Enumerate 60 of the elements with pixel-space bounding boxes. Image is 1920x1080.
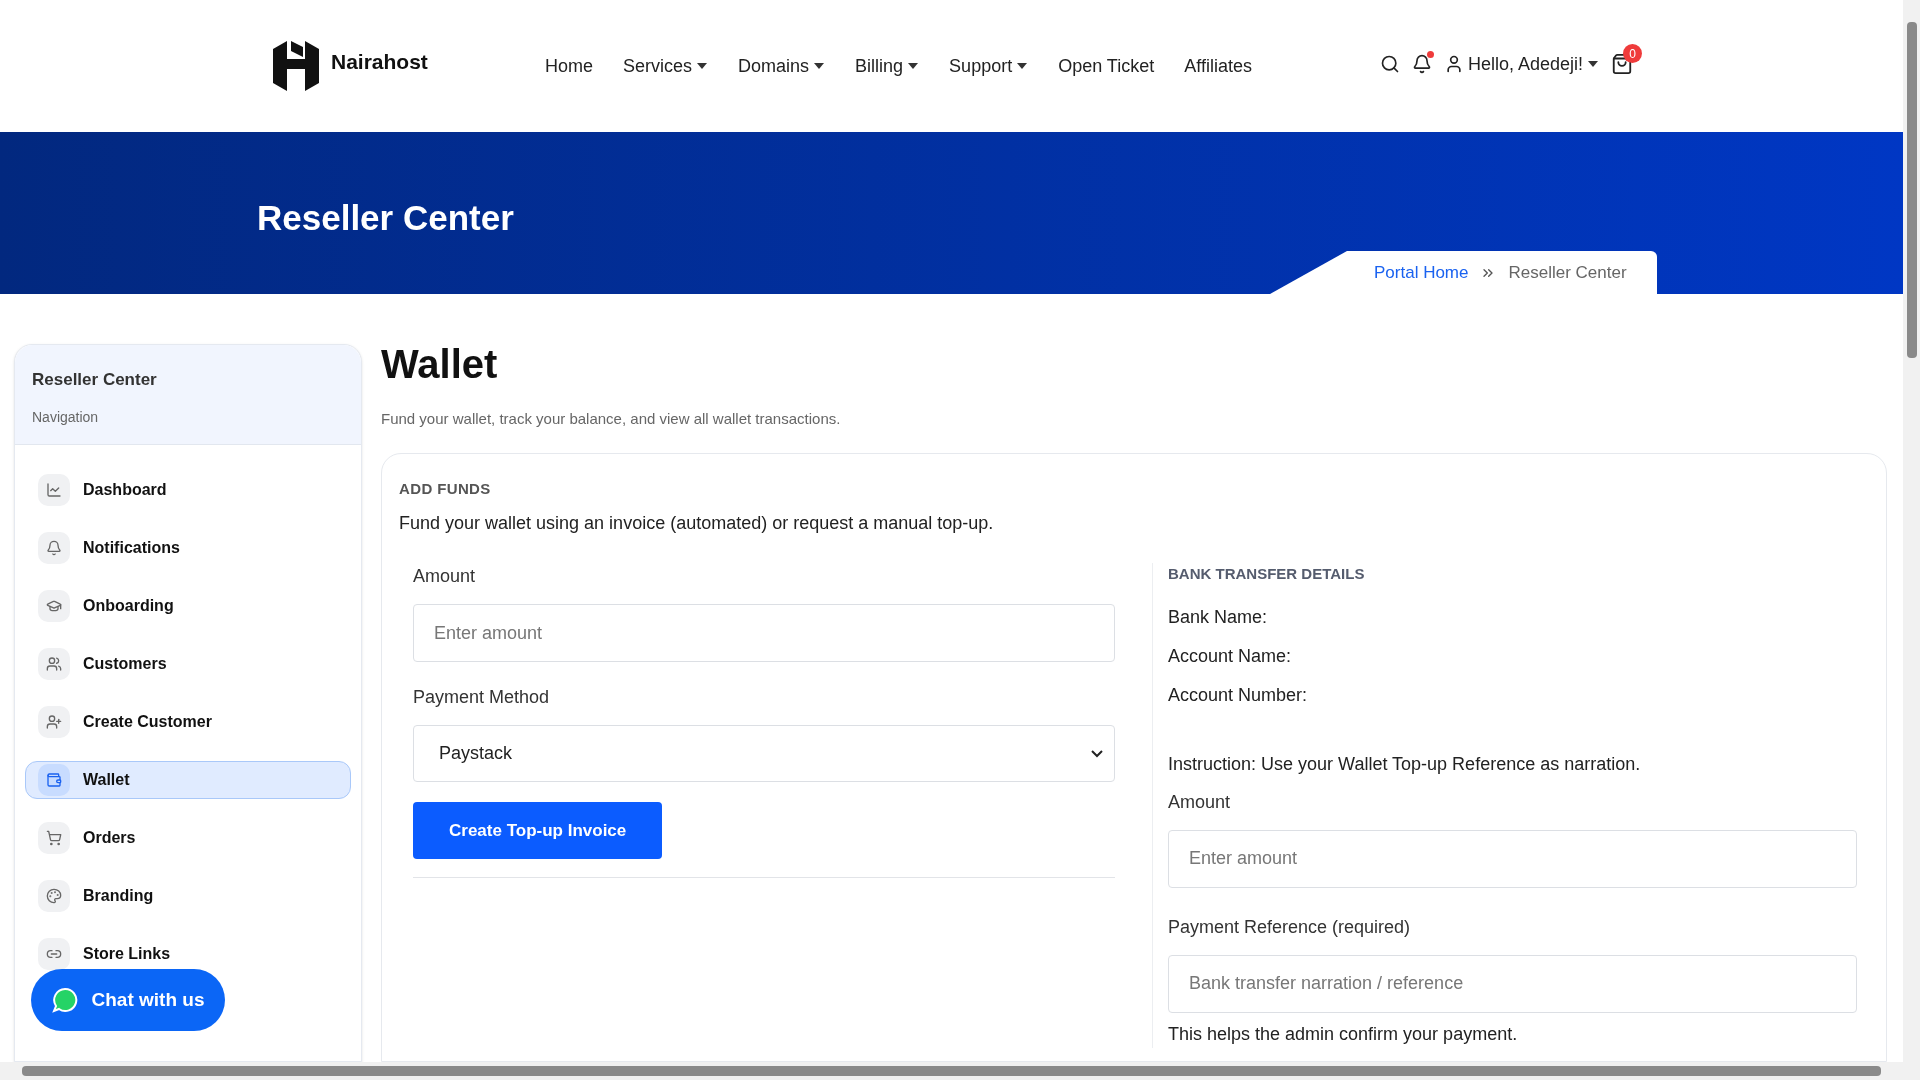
palette-icon (46, 888, 62, 904)
amount-field[interactable]: Enter amount (1168, 829, 1857, 888)
field-label: Payment Reference (required) (1168, 915, 1412, 939)
page-subtitle: Fund your wallet, track your balance, and view all wallet transactions. (381, 409, 842, 429)
section-heading: BANK TRANSFER DETAILS (1168, 564, 1366, 584)
nav-link[interactable]: Billing (855, 52, 920, 80)
nav-link[interactable]: Open Ticket (1058, 52, 1155, 80)
cart-count-badge: 0 (1623, 44, 1642, 63)
users-icon (46, 656, 62, 672)
sidebar-item[interactable]: Wallet (25, 761, 351, 799)
caret-icon (907, 62, 920, 70)
nav-link[interactable]: Affiliates (1184, 52, 1252, 80)
chat-bubble-icon (51, 987, 78, 1013)
user-plus-icon (46, 714, 62, 730)
graduation-cap-icon (46, 598, 62, 614)
nav-link[interactable]: Support (949, 52, 1029, 80)
bank-detail: Account Name: (1168, 644, 1293, 668)
sidebar-title: Reseller Center (32, 369, 158, 391)
field-label: Payment Method (413, 686, 551, 709)
sidebar-item[interactable]: Customers (25, 645, 351, 683)
caret-icon (1587, 60, 1599, 68)
help-text: This helps the admin confirm your payment. (1168, 1022, 1519, 1046)
caret-icon (696, 62, 709, 70)
sidebar-item[interactable]: Notifications (25, 529, 351, 567)
sidebar-item[interactable]: Orders (25, 819, 351, 857)
caret-icon (813, 62, 826, 70)
chevron-down-icon (1091, 749, 1103, 758)
search-icon[interactable] (1379, 54, 1400, 74)
cart-icon (46, 830, 62, 846)
section-heading: ADD FUNDS (399, 478, 492, 499)
page-title: Wallet (381, 344, 499, 384)
bell-icon (46, 540, 62, 556)
chart-icon (46, 482, 62, 498)
brand-name[interactable]: Nairahost (331, 46, 428, 78)
breadcrumb-current: Reseller Center (1508, 261, 1627, 284)
sidebar-item[interactable]: Create Customer (25, 703, 351, 741)
nav-link[interactable]: Domains (738, 52, 826, 80)
caret-icon (1016, 62, 1029, 70)
payment-method-select[interactable]: Paystack (413, 725, 1115, 782)
reference-field[interactable]: Bank transfer narration / reference (1168, 954, 1857, 1013)
instruction-text: Instruction: Use your Wallet Top-up Reference as narration. (1168, 752, 1642, 776)
field-label: Amount (1168, 790, 1232, 814)
section-description: Fund your wallet using an invoice (automated) or request a manual top-up. (399, 512, 995, 535)
wallet-icon (46, 772, 62, 788)
bell-icon[interactable] (1411, 54, 1432, 74)
sidebar-item[interactable]: Branding (25, 877, 351, 915)
field-label: Amount (413, 565, 477, 588)
bank-detail: Account Number: (1168, 683, 1309, 707)
sidebar-subtitle: Navigation (32, 407, 100, 427)
chat-button[interactable]: Chat with us (31, 969, 225, 1031)
sidebar-item[interactable]: Onboarding (25, 587, 351, 625)
user-menu[interactable]: Hello, Adedeji! (1467, 50, 1599, 78)
nav-link[interactable]: Home (545, 52, 593, 80)
amount-field[interactable]: Enter amount (413, 604, 1115, 662)
create-invoice-button[interactable]: Create Top-up Invoice (413, 802, 663, 859)
nav-link[interactable]: Services (623, 52, 709, 80)
breadcrumb-link[interactable]: Portal Home (1374, 259, 1469, 286)
bank-detail: Bank Name: (1168, 605, 1269, 629)
banner-title: Reseller Center (256, 197, 515, 239)
sidebar-item[interactable]: Dashboard (25, 471, 351, 509)
